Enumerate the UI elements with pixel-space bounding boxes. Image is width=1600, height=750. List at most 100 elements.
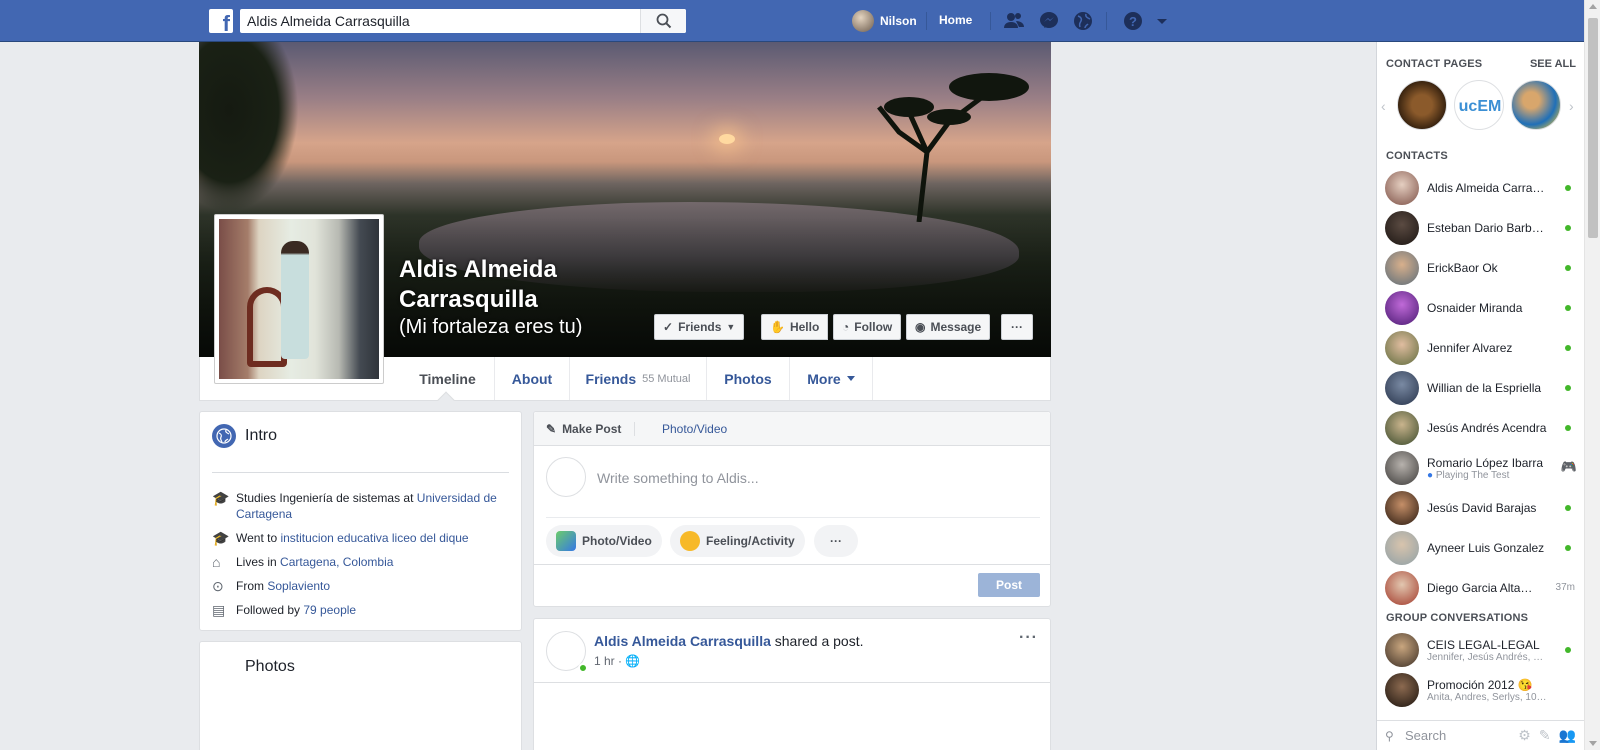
location-pin-icon: ⊙: [212, 578, 224, 594]
contact-item[interactable]: Romario López Ibarra ● Playing The Test …: [1385, 450, 1577, 486]
profile-more-button[interactable]: ···: [1001, 314, 1033, 340]
friends-button[interactable]: ✓ Friends ▼: [654, 314, 745, 340]
photos-card-title[interactable]: Photos: [245, 658, 295, 676]
search-icon: ⚲: [1385, 729, 1394, 743]
tab-about[interactable]: About: [495, 357, 570, 400]
school-link[interactable]: institucion educativa liceo del dique: [280, 531, 468, 545]
contact-page-avatar[interactable]: ucEM: [1454, 80, 1504, 130]
intro-header: Intro: [212, 424, 277, 448]
feeling-activity-button-label: Feeling/Activity: [706, 534, 795, 548]
friend-requests-icon[interactable]: [1003, 10, 1025, 32]
group-item[interactable]: Promoción 2012 😘 Anita, Andres, Serlys, …: [1385, 672, 1577, 708]
online-indicator: [1565, 265, 1571, 271]
hometown-link[interactable]: Soplaviento: [267, 579, 330, 593]
group-members: Jennifer, Jesús Andrés, Er...: [1427, 651, 1549, 663]
divider: [212, 472, 509, 473]
contact-item[interactable]: Esteban Dario Barboza: [1385, 210, 1577, 246]
avatar: [852, 10, 874, 32]
gear-icon[interactable]: ⚙: [1518, 727, 1531, 744]
messenger-icon[interactable]: [1038, 10, 1060, 32]
contact-page-avatar[interactable]: [1397, 80, 1447, 130]
avatar: [1385, 531, 1419, 565]
hello-button[interactable]: ✋ Hello: [761, 314, 829, 340]
chevron-down-icon[interactable]: [1155, 14, 1169, 28]
contact-item[interactable]: Aldis Almeida Carrasquilla: [1385, 170, 1577, 206]
contact-page-avatar[interactable]: [1511, 80, 1561, 130]
follow-button[interactable]: ◔ Follow: [833, 314, 902, 340]
profile-alternate-name: (Mi fortaleza eres tu): [399, 316, 583, 338]
contact-item[interactable]: Jesús David Barajas: [1385, 490, 1577, 526]
group-name: Promoción 2012 😘: [1427, 677, 1533, 692]
scroll-down-arrow-icon[interactable]: [1589, 741, 1597, 746]
post-time-text: 1 hr ·: [594, 654, 626, 668]
intro-studies: 🎓 Studies Ingeniería de sistemas at Univ…: [212, 490, 509, 522]
photo-video-tab[interactable]: Photo/Video: [662, 422, 727, 436]
chevron-left-icon[interactable]: ‹: [1381, 98, 1386, 114]
make-post-tab[interactable]: ✎ Make Post: [546, 422, 621, 436]
scrollbar-thumb[interactable]: [1588, 18, 1598, 238]
new-message-icon[interactable]: ✎: [1539, 727, 1551, 744]
create-group-icon[interactable]: 👥: [1559, 727, 1576, 744]
contact-name: Willian de la Espriella: [1427, 381, 1542, 395]
globe-icon: 🌐: [625, 654, 641, 668]
online-indicator: [1565, 185, 1571, 191]
chat-search-input[interactable]: Search: [1405, 728, 1446, 743]
contact-item[interactable]: Jennifer Alvarez: [1385, 330, 1577, 366]
profile-picture[interactable]: [214, 214, 384, 384]
contact-name: Osnaider Miranda: [1427, 301, 1523, 315]
contact-item[interactable]: ErickBaor Ok: [1385, 250, 1577, 286]
intro-from-prefix: From: [236, 579, 268, 593]
post-action-text: shared a post.: [770, 633, 864, 649]
tab-friends[interactable]: Friends 55 Mutual: [570, 357, 707, 400]
search-input[interactable]: [240, 9, 640, 33]
chat-tools: ⚙ ✎ 👥: [1518, 727, 1576, 744]
composer-more-button[interactable]: ···: [814, 525, 858, 557]
contact-item[interactable]: Jesús Andrés Acendra: [1385, 410, 1577, 446]
online-indicator: [1565, 225, 1571, 231]
group-item[interactable]: CEIS LEGAL-LEGAL Jennifer, Jesús Andrés,…: [1385, 632, 1577, 668]
tab-photos[interactable]: Photos: [707, 357, 790, 400]
post-author-link[interactable]: Aldis Almeida Carrasquilla: [594, 633, 771, 649]
contact-item[interactable]: Willian de la Espriella: [1385, 370, 1577, 406]
nav-profile-link[interactable]: Nilson: [852, 9, 917, 33]
photo-video-button[interactable]: Photo/Video: [546, 525, 662, 557]
follow-button-label: Follow: [854, 320, 893, 334]
city-link[interactable]: Cartagena, Colombia: [280, 555, 393, 569]
search-icon: [656, 13, 672, 29]
top-navigation-bar: f Nilson Home ?: [0, 0, 1600, 42]
make-post-label: Make Post: [562, 422, 622, 436]
see-all-link[interactable]: SEE ALL: [1530, 58, 1576, 70]
search-button[interactable]: [640, 9, 686, 33]
chevron-right-icon[interactable]: ›: [1569, 98, 1574, 114]
message-button[interactable]: ◉ Message: [906, 314, 991, 340]
tab-more[interactable]: More: [790, 357, 873, 400]
feeling-activity-button[interactable]: Feeling/Activity: [670, 525, 805, 557]
caret-down-icon: [846, 376, 855, 381]
home-link[interactable]: Home: [939, 13, 972, 27]
chat-search-bar: ⚲ Search ⚙ ✎ 👥: [1377, 720, 1584, 750]
post-timestamp[interactable]: 1 hr · 🌐: [594, 654, 640, 668]
followers-link[interactable]: 79 people: [303, 603, 356, 617]
nav-divider: [926, 12, 927, 30]
tab-timeline-label: Timeline: [419, 370, 476, 387]
notifications-globe-icon[interactable]: [1072, 10, 1094, 32]
intro-lives-text: Lives in Cartagena, Colombia: [236, 554, 393, 570]
page-scrollbar[interactable]: [1584, 0, 1600, 750]
help-icon[interactable]: ?: [1122, 10, 1144, 32]
online-indicator: [1565, 345, 1571, 351]
composer-tabs: ✎ Make Post Photo/Video: [534, 412, 1050, 446]
post-button[interactable]: Post: [978, 573, 1040, 597]
contact-item[interactable]: Osnaider Miranda: [1385, 290, 1577, 326]
contact-item[interactable]: Diego Garcia Altamar 37m: [1385, 570, 1577, 606]
contact-name: Jesús Andrés Acendra: [1427, 421, 1547, 435]
facebook-logo-icon[interactable]: f: [209, 9, 233, 33]
group-info: Promoción 2012 😘 Anita, Andres, Serlys, …: [1427, 678, 1549, 703]
contact-item[interactable]: Ayneer Luis Gonzalez: [1385, 530, 1577, 566]
intro-followed-text: Followed by 79 people: [236, 602, 356, 618]
avatar: [1385, 633, 1419, 667]
composer-input[interactable]: Write something to Aldis...: [597, 470, 759, 486]
post-options-button[interactable]: ···: [1019, 629, 1038, 647]
avatar: [1385, 251, 1419, 285]
scroll-up-arrow-icon[interactable]: [1589, 4, 1597, 9]
nav-divider: [1106, 12, 1107, 30]
